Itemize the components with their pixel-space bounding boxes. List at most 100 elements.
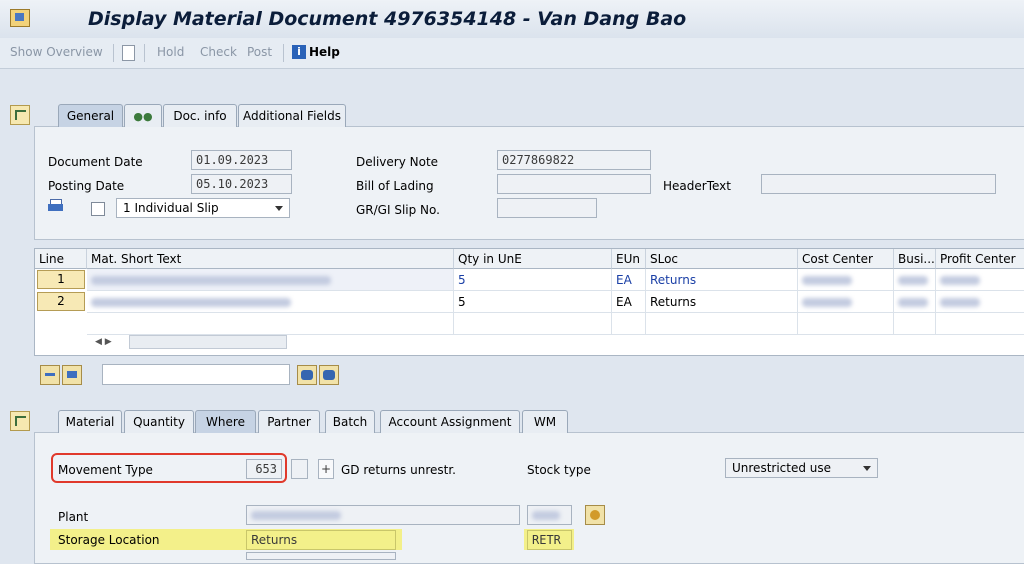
toolbar-separator: [283, 44, 284, 62]
movement-description: GD returns unrestr.: [341, 463, 456, 477]
table-cell-qty[interactable]: 5: [454, 269, 612, 291]
people-icon: ●●: [133, 110, 153, 123]
table-cell-eun[interactable]: EA: [612, 291, 646, 313]
bill-of-lading-field[interactable]: [497, 174, 651, 194]
scroll-left-right-icon[interactable]: ◀ ▶: [95, 337, 112, 347]
tab-additional-fields[interactable]: Additional Fields: [238, 104, 346, 127]
table-cell-empty[interactable]: [612, 313, 646, 335]
table-cell-empty[interactable]: [936, 313, 1024, 335]
document-date-label: Document Date: [48, 155, 143, 169]
check-button[interactable]: Check: [200, 45, 237, 59]
table-cell-short-text[interactable]: [87, 269, 454, 291]
hold-button[interactable]: Hold: [157, 45, 184, 59]
stock-type-dropdown[interactable]: Unrestricted use: [725, 458, 878, 478]
post-button[interactable]: Post: [247, 45, 272, 59]
table-cell-empty[interactable]: [454, 313, 612, 335]
column-header-eun[interactable]: EUn: [612, 249, 646, 269]
column-header-cost-center[interactable]: Cost Center: [798, 249, 894, 269]
slip-type-dropdown[interactable]: 1 Individual Slip: [116, 198, 290, 218]
window-title: Display Material Document 4976354148 - V…: [88, 8, 687, 30]
table-cell-empty[interactable]: [646, 313, 798, 335]
find-icon[interactable]: [297, 365, 317, 385]
bill-of-lading-label: Bill of Lading: [356, 179, 434, 193]
movement-indicator-field[interactable]: [291, 459, 308, 479]
collapse-item-icon[interactable]: [10, 411, 30, 431]
plant-name-field[interactable]: [246, 505, 520, 525]
header-tabstrip: General ●● Doc. info Additional Fields: [58, 104, 378, 127]
header-text-label: HeaderText: [663, 179, 731, 193]
table-cell-sloc[interactable]: Returns: [646, 291, 798, 313]
toolbar-separator: [113, 44, 114, 62]
plus-button[interactable]: +: [318, 459, 334, 479]
tab-doc-info[interactable]: Doc. info: [163, 104, 237, 127]
table-cell-business-area[interactable]: [894, 269, 936, 291]
line-number-button[interactable]: 1: [37, 270, 85, 289]
tab-batch[interactable]: Batch: [325, 410, 375, 433]
column-header-business-area[interactable]: Busi...: [894, 249, 936, 269]
select-all-icon[interactable]: [40, 365, 60, 385]
table-cell-qty[interactable]: 5: [454, 291, 612, 313]
tab-partner-icon[interactable]: ●●: [124, 104, 162, 127]
print-checkbox[interactable]: [91, 202, 105, 216]
table-cell-profit-center[interactable]: [936, 291, 1024, 313]
delivery-note-field[interactable]: 0277869822: [497, 150, 651, 170]
gr-gi-slip-label: GR/GI Slip No.: [356, 203, 440, 217]
tab-where[interactable]: Where: [195, 410, 256, 433]
column-header-qty[interactable]: Qty in UnE: [454, 249, 612, 269]
stock-type-label: Stock type: [527, 463, 591, 477]
table-cell-empty[interactable]: [798, 313, 894, 335]
posting-date-field[interactable]: 05.10.2023: [191, 174, 292, 194]
redacted-text: [898, 276, 928, 285]
tab-quantity[interactable]: Quantity: [124, 410, 194, 433]
table-search-input[interactable]: [102, 364, 290, 385]
table-cell-business-area[interactable]: [894, 291, 936, 313]
chevron-down-icon: [863, 466, 871, 471]
chevron-down-icon: [275, 206, 283, 211]
tab-account-assignment[interactable]: Account Assignment: [380, 410, 520, 433]
filter-icon[interactable]: [62, 365, 82, 385]
redacted-text: [251, 511, 341, 520]
table-cell-eun[interactable]: EA: [612, 269, 646, 291]
table-cell-sloc[interactable]: Returns: [646, 269, 798, 291]
collapse-header-icon[interactable]: [10, 105, 30, 125]
tab-partner[interactable]: Partner: [258, 410, 320, 433]
tab-general[interactable]: General: [58, 104, 123, 127]
table-cell-profit-center[interactable]: [936, 269, 1024, 291]
tab-wm[interactable]: WM: [522, 410, 568, 433]
find-next-icon[interactable]: [319, 365, 339, 385]
slip-type-value: 1 Individual Slip: [123, 201, 219, 215]
column-header-sloc[interactable]: SLoc: [646, 249, 798, 269]
movement-type-label: Movement Type: [58, 463, 153, 477]
column-header-profit-center[interactable]: Profit Center: [936, 249, 1024, 269]
horizontal-scrollbar[interactable]: [129, 335, 287, 349]
table-cell-short-text[interactable]: [87, 291, 454, 313]
column-header-line[interactable]: Line: [35, 249, 87, 269]
info-icon[interactable]: i: [292, 45, 306, 59]
line-number-button[interactable]: 2: [37, 292, 85, 311]
plant-code-field[interactable]: [527, 505, 572, 525]
column-header-short-text[interactable]: Mat. Short Text: [87, 249, 454, 269]
storage-location-field[interactable]: Returns: [246, 530, 396, 550]
document-date-field[interactable]: 01.09.2023: [191, 150, 292, 170]
delivery-note-label: Delivery Note: [356, 155, 439, 169]
sap-app-icon[interactable]: [10, 9, 30, 27]
table-cell-cost-center[interactable]: [798, 269, 894, 291]
help-button[interactable]: Help: [309, 45, 340, 59]
header-text-field[interactable]: [761, 174, 996, 194]
tab-material[interactable]: Material: [58, 410, 122, 433]
toolbar-separator: [144, 44, 145, 62]
redacted-text: [802, 298, 852, 307]
next-field[interactable]: [246, 552, 396, 560]
document-icon[interactable]: [122, 45, 135, 61]
redacted-text: [940, 298, 980, 307]
storage-code-field[interactable]: RETR: [527, 530, 572, 550]
table-cell-empty[interactable]: [894, 313, 936, 335]
items-table: Line Mat. Short Text Qty in UnE EUn SLoc…: [34, 248, 1024, 356]
table-cell-cost-center[interactable]: [798, 291, 894, 313]
movement-type-field[interactable]: 653: [246, 459, 282, 479]
show-overview-button[interactable]: Show Overview: [10, 45, 103, 59]
plant-people-icon[interactable]: [585, 505, 605, 525]
table-cell-empty[interactable]: [87, 313, 454, 335]
printer-icon[interactable]: [48, 199, 64, 213]
gr-gi-slip-field[interactable]: [497, 198, 597, 218]
